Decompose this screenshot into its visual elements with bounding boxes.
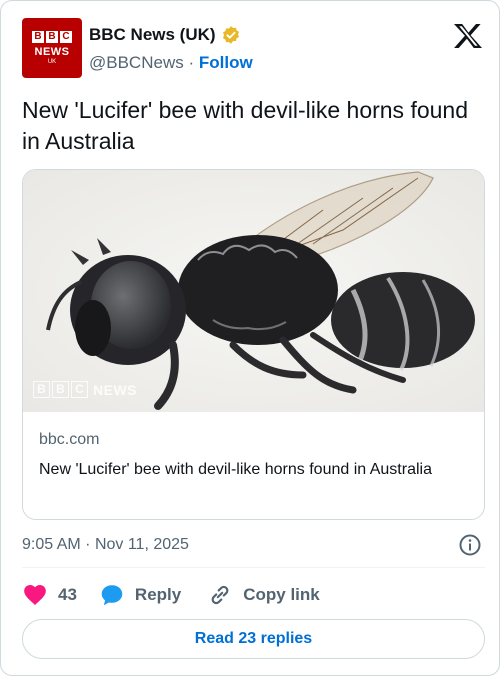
bbc-letter-b1: B xyxy=(32,31,44,43)
like-count: 43 xyxy=(58,585,77,604)
copy-link-button[interactable]: Copy link xyxy=(207,582,320,608)
bbc-news-watermark: B B C NEWS xyxy=(33,381,137,398)
bbc-letter-c: C xyxy=(60,31,72,43)
action-bar: 43 Reply Copy link xyxy=(22,581,320,609)
account-handle[interactable]: @BBCNews xyxy=(89,53,184,72)
reply-label: Reply xyxy=(134,585,182,604)
x-logo-icon[interactable] xyxy=(453,23,483,49)
account-name[interactable]: BBC News (UK) xyxy=(89,25,216,45)
watermark-letter-b1: B xyxy=(33,381,50,398)
copy-link-label: Copy link xyxy=(243,585,320,604)
like-button[interactable]: 43 xyxy=(22,582,77,608)
link-domain: bbc.com xyxy=(39,431,100,448)
verified-badge-icon xyxy=(222,26,239,44)
info-icon[interactable] xyxy=(458,533,482,557)
reply-button[interactable]: Reply xyxy=(99,582,181,608)
bbc-logo-blocks: B B C xyxy=(32,31,72,43)
avatar-news-word: NEWS xyxy=(34,46,70,58)
account-name-row: BBC News (UK) xyxy=(89,25,241,45)
watermark-news-word: NEWS xyxy=(93,381,137,398)
tweet-date: Nov 11, 2025 xyxy=(94,536,189,553)
tweet-timestamp[interactable]: 9:05 AM · Nov 11, 2025 xyxy=(22,536,189,554)
tweet-card: B B C NEWS UK BBC News (UK) @BBCNews · F… xyxy=(0,0,500,676)
follow-button[interactable]: Follow xyxy=(199,53,253,72)
tweet-text: New 'Lucifer' bee with devil-like horns … xyxy=(22,97,469,154)
bbc-letter-b2: B xyxy=(46,31,58,43)
link-icon xyxy=(211,585,229,605)
link-title[interactable]: New 'Lucifer' bee with devil-like horns … xyxy=(39,458,469,481)
avatar[interactable]: B B C NEWS UK xyxy=(22,18,82,78)
tweet-time: 9:05 AM xyxy=(22,536,81,553)
link-preview-card[interactable]: B B C NEWS bbc.com New 'Lucifer' bee wit… xyxy=(22,169,485,520)
article-image[interactable]: B B C NEWS xyxy=(23,170,484,412)
account-handle-row: @BBCNews · Follow xyxy=(89,53,253,73)
read-replies-button[interactable]: Read 23 replies xyxy=(22,619,485,659)
handle-separator: · xyxy=(188,53,195,72)
watermark-letter-c: C xyxy=(71,381,88,398)
heart-icon xyxy=(24,585,46,605)
timestamp-separator: · xyxy=(85,536,91,553)
avatar-uk-label: UK xyxy=(47,59,57,65)
reply-bubble-icon xyxy=(101,585,123,606)
bee-illustration xyxy=(23,170,484,412)
divider xyxy=(22,567,485,568)
watermark-letter-b2: B xyxy=(52,381,69,398)
